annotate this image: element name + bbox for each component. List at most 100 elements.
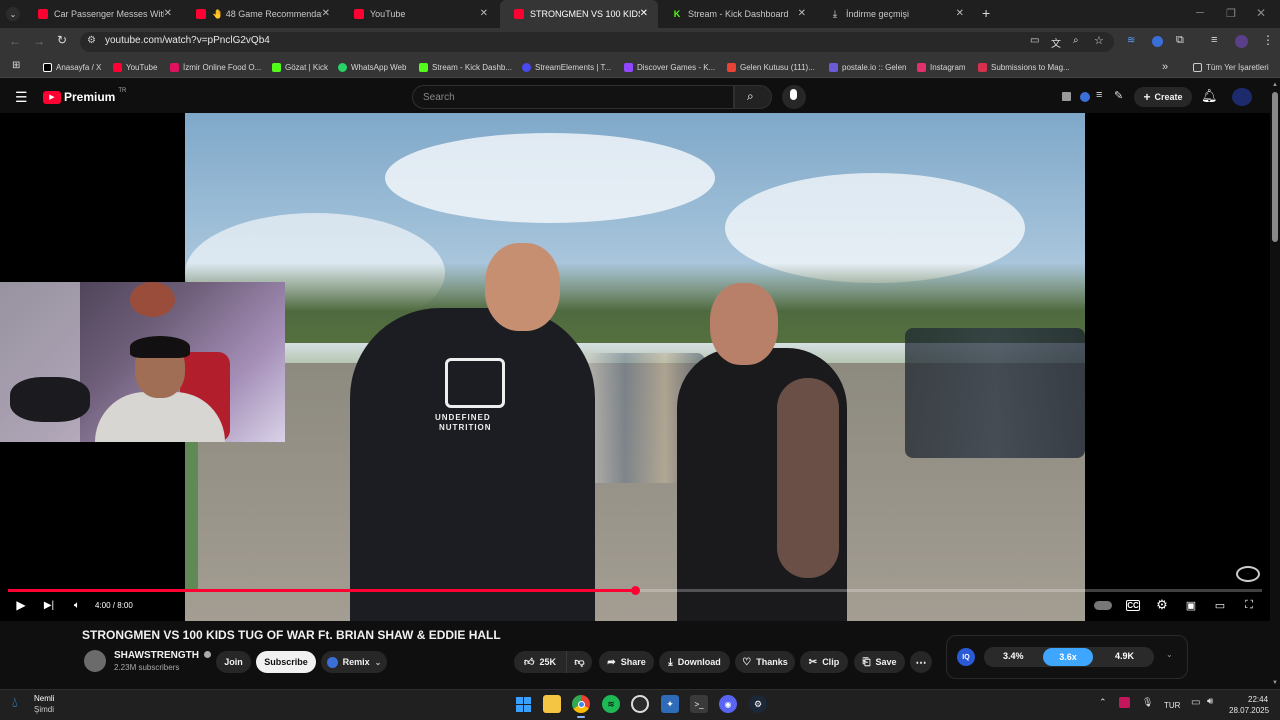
close-icon[interactable]: ✕ <box>480 8 488 19</box>
search-input[interactable]: Search <box>412 85 734 109</box>
browser-tab[interactable]: K Stream - Kick Dashboard ✕ <box>658 0 816 28</box>
remix-button[interactable]: Remix ⌄ <box>321 651 387 673</box>
bookmark-item[interactable]: YouTube <box>113 60 157 74</box>
channel-name[interactable]: SHAWSTRENGTH <box>114 650 211 661</box>
play-button[interactable]: ▶ <box>14 597 28 613</box>
reload-icon[interactable]: ↻ <box>57 33 67 47</box>
progress-scrubber-handle[interactable] <box>631 586 640 595</box>
network-app-icon[interactable]: ✦ <box>661 695 679 713</box>
channel-avatar[interactable] <box>84 650 106 672</box>
extensions-puzzle-icon[interactable]: ⧉ <box>1176 34 1184 47</box>
browser-tab[interactable]: 🤚 48 Game Recommendations ✕ <box>182 0 340 28</box>
next-button[interactable]: ▶︎| <box>42 597 56 613</box>
browser-tab[interactable]: ⤓ İndirme geçmişi ✕ <box>816 0 974 28</box>
subscribe-button[interactable]: Subscribe <box>256 651 316 673</box>
all-bookmarks-folder[interactable]: Tüm Yer İşaretleri <box>1193 60 1269 74</box>
bookmark-star-icon[interactable]: ☆ <box>1094 34 1104 47</box>
notifications-bell-icon[interactable]: 🔔︎ <box>1201 88 1218 104</box>
dislike-button[interactable]: 👎︎ <box>566 651 592 673</box>
voice-search-button[interactable] <box>782 85 806 109</box>
speaker-icon[interactable]: 🔊︎ <box>1207 696 1213 707</box>
scroll-down-arrow-icon[interactable]: ▼ <box>1272 680 1278 686</box>
minimize-icon[interactable]: ─ <box>1196 7 1204 19</box>
tray-overflow-chevron-icon[interactable]: ⌃ <box>1099 697 1107 708</box>
more-bookmarks-button[interactable]: » <box>1162 60 1168 74</box>
translate-icon[interactable]: 文 <box>1051 35 1061 50</box>
chrome-icon[interactable] <box>572 695 590 713</box>
apps-grid-icon[interactable]: ⊞ <box>12 60 20 71</box>
clock-date[interactable]: 28.07.2025 <box>1229 706 1269 715</box>
create-button[interactable]: + Create <box>1134 87 1192 107</box>
bookmark-item[interactable]: Submissions to Mag... <box>978 60 1070 74</box>
browser-menu-icon[interactable]: ⋮ <box>1262 33 1274 47</box>
bookmark-item[interactable]: WhatsApp Web <box>338 60 406 74</box>
windows-start-icon[interactable] <box>514 695 532 713</box>
download-button[interactable]: ⤓ Download <box>659 651 730 673</box>
forward-arrow-icon[interactable]: → <box>33 34 45 48</box>
hamburger-menu-icon[interactable]: ☰ <box>15 89 28 106</box>
chevron-down-icon[interactable]: ⌄ <box>1166 650 1173 659</box>
bookmark-item[interactable]: postale.io :: Gelen <box>829 60 906 74</box>
bookmark-item[interactable]: StreamElements | T... <box>522 60 611 74</box>
thanks-button[interactable]: ♡ Thanks <box>735 651 795 673</box>
discord-icon[interactable]: ◉ <box>719 695 737 713</box>
tray-microphone-icon[interactable]: 🎙︎ <box>1142 697 1153 708</box>
bookmark-item[interactable]: Instagram <box>917 60 966 74</box>
reading-list-icon[interactable]: ≡ <box>1211 34 1217 46</box>
settings-gear-icon[interactable]: ⚙ <box>1155 597 1169 613</box>
close-icon[interactable]: ✕ <box>640 8 648 19</box>
cast-icon[interactable]: ▭ <box>1030 35 1039 46</box>
search-button[interactable]: ⌕ <box>734 85 772 109</box>
extension-iq-badge[interactable]: IQ <box>957 648 975 666</box>
list-icon[interactable]: ≡ <box>1096 89 1102 101</box>
theater-mode-icon[interactable]: ▭ <box>1213 597 1227 613</box>
join-button[interactable]: Join <box>216 651 251 673</box>
channel-watermark-icon[interactable] <box>1236 566 1260 582</box>
bookmark-item[interactable]: Anasayfa / X <box>43 60 101 74</box>
restore-icon[interactable]: ❐ <box>1226 7 1236 20</box>
captions-icon[interactable]: CC <box>1126 600 1140 611</box>
terminal-icon[interactable]: >_ <box>690 695 708 713</box>
save-button[interactable]: ⎗ Save <box>854 651 905 673</box>
clock-time[interactable]: 22:44 <box>1248 695 1268 704</box>
url-text[interactable]: youtube.com/watch?v=pPnclG2vQb4 <box>105 35 270 46</box>
volume-icon[interactable]: 🔈︎ <box>70 597 84 613</box>
extension-iq-icon[interactable] <box>1152 36 1163 47</box>
bookmark-item[interactable]: Discover Games - K... <box>624 60 715 74</box>
bookmark-item[interactable]: Gözat | Kick <box>272 60 328 74</box>
more-actions-button[interactable]: ⋯ <box>910 651 932 673</box>
window-close-icon[interactable]: ✕ <box>1256 6 1266 20</box>
file-explorer-icon[interactable] <box>543 695 561 713</box>
spotify-icon[interactable]: ≋ <box>602 695 620 713</box>
close-icon[interactable]: ✕ <box>956 8 964 19</box>
display-icon[interactable]: ▭ <box>1191 697 1200 708</box>
tray-app-icon[interactable] <box>1119 697 1130 708</box>
close-icon[interactable]: ✕ <box>798 8 806 19</box>
weather-rain-icon[interactable]: 💧︎ <box>12 694 18 711</box>
fullscreen-icon[interactable]: ⛶ <box>1242 597 1256 613</box>
bookmark-item[interactable]: Stream - Kick Dashb... <box>419 60 512 74</box>
back-arrow-icon[interactable]: ← <box>9 34 21 48</box>
miniplayer-icon[interactable]: ▣ <box>1184 597 1198 613</box>
autoplay-toggle[interactable] <box>1093 597 1113 613</box>
bookmark-item[interactable]: Gelen Kutusu (111)... <box>727 60 815 74</box>
extension-circle-icon[interactable] <box>1080 92 1090 102</box>
obs-icon[interactable] <box>631 695 649 713</box>
zoom-icon[interactable]: ⌕ <box>1073 35 1079 46</box>
extension-square-icon[interactable] <box>1062 92 1071 101</box>
steam-icon[interactable]: ⚙ <box>749 695 767 713</box>
language-indicator[interactable]: TUR <box>1164 701 1180 710</box>
scrollbar-thumb[interactable] <box>1272 92 1278 242</box>
weather-label[interactable]: Nemli <box>34 694 54 703</box>
scroll-up-arrow-icon[interactable]: ▲ <box>1272 82 1278 88</box>
account-avatar[interactable] <box>1232 88 1252 106</box>
bookmark-item[interactable]: İzmir Online Food O... <box>170 60 261 74</box>
browser-tab-active[interactable]: STRONGMEN VS 100 KIDS TUG ✕ <box>500 0 658 28</box>
profile-avatar[interactable] <box>1235 35 1248 48</box>
like-button[interactable]: 👍︎ 25K <box>514 651 566 673</box>
notification-extension-icon[interactable]: ✎ <box>1114 89 1123 102</box>
close-icon[interactable]: ✕ <box>322 8 330 19</box>
share-button[interactable]: ➦ Share <box>599 651 654 673</box>
browser-tab[interactable]: YouTube ✕ <box>340 0 498 28</box>
site-info-icon[interactable]: ⚙ <box>87 35 96 46</box>
